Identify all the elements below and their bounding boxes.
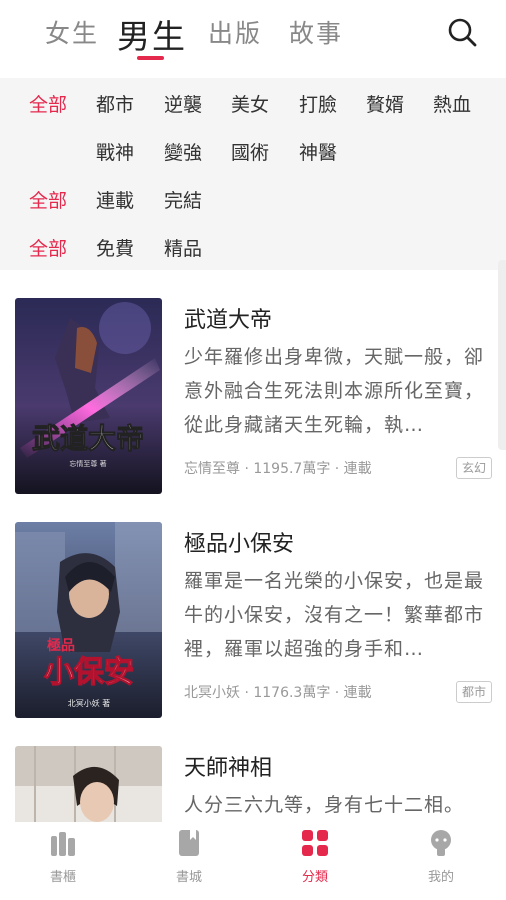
- cover-author-text: 北冥小妖 著: [68, 698, 111, 708]
- nav-bookstore[interactable]: 書城: [126, 822, 252, 900]
- filter-genre-war-god[interactable]: 戰神: [96, 138, 134, 165]
- filter-panel: 全部 都市 逆襲 美女 打臉 贅婿 熱血 戰神 變強 國術 神醫 全部 連載 完…: [0, 78, 506, 270]
- filter-genre-martial[interactable]: 國術: [231, 138, 269, 165]
- book-genre-tag: 玄幻: [456, 457, 492, 479]
- filter-price-all[interactable]: 全部: [29, 234, 67, 261]
- book-description: 人分三六九等，身有七十二相。: [184, 794, 465, 816]
- filter-genre-son-in-law[interactable]: 贅婿: [366, 90, 404, 117]
- book-title[interactable]: 天師神相: [184, 750, 272, 782]
- cover-author-text: 忘情至尊 著: [69, 459, 106, 468]
- filter-genre-stronger[interactable]: 變強: [164, 138, 202, 165]
- nav-profile-label: 我的: [427, 870, 454, 885]
- book-cover-image: [15, 746, 162, 822]
- active-tab-indicator: [137, 56, 164, 60]
- filter-genre-counterattack[interactable]: 逆襲: [164, 90, 202, 117]
- book-cover-image: 武道大帝 忘情至尊 著: [15, 298, 162, 494]
- tab-publish[interactable]: 出版: [208, 14, 262, 50]
- nav-bookstore-label: 書城: [175, 870, 202, 885]
- book-title[interactable]: 武道大帝: [184, 302, 272, 334]
- book-icon: [179, 830, 199, 856]
- book-description: 少年羅修出身卑微，天賦一般，卻意外融合生死法則本源所化至寶，從此身藏諸天生死輪，…: [184, 346, 484, 436]
- book-meta: 忘情至尊 · 1195.7萬字 · 連載: [184, 461, 372, 477]
- tab-female[interactable]: 女生: [45, 14, 99, 50]
- book-list-item[interactable]: 極品 小保安 北冥小妖 著 極品小保安 羅軍是一名光榮的小保安，也是最牛的小保安…: [0, 520, 506, 740]
- tab-male[interactable]: 男生: [117, 10, 187, 58]
- top-tab-bar: 女生 男生 出版 故事: [0, 0, 506, 78]
- filter-genre-all[interactable]: 全部: [29, 90, 67, 117]
- bookshelf-icon: [51, 832, 75, 856]
- search-icon[interactable]: [447, 17, 477, 47]
- book-title[interactable]: 極品小保安: [184, 526, 294, 558]
- nav-bookshelf-label: 書櫃: [49, 870, 76, 885]
- filter-status-all[interactable]: 全部: [29, 186, 67, 213]
- filter-status-completed[interactable]: 完結: [164, 186, 202, 213]
- filter-genre-passion[interactable]: 熱血: [433, 90, 471, 117]
- filter-genre-doctor[interactable]: 神醫: [299, 138, 337, 165]
- book-genre-tag: 都市: [456, 681, 492, 703]
- cover-title-text: 武道大帝: [32, 422, 144, 455]
- nav-bookshelf[interactable]: 書櫃: [0, 822, 126, 900]
- filter-price-free[interactable]: 免費: [96, 234, 134, 261]
- book-list-item[interactable]: 天師神相 人分三六九等，身有七十二相。: [0, 744, 506, 822]
- book-meta: 北冥小妖 · 1176.3萬字 · 連載: [184, 685, 372, 701]
- tab-story[interactable]: 故事: [289, 14, 343, 50]
- filter-genre-face-slap[interactable]: 打臉: [299, 90, 337, 117]
- nav-category-label: 分類: [301, 870, 328, 885]
- cover-title-text: 小保安: [44, 655, 134, 690]
- filter-price-premium[interactable]: 精品: [164, 234, 202, 261]
- book-cover-image: 極品 小保安 北冥小妖 著: [15, 522, 162, 718]
- nav-profile[interactable]: 我的: [378, 822, 504, 900]
- book-description: 羅軍是一名光榮的小保安，也是最牛的小保安，沒有之一！繁華都市裡，羅軍以超強的身手…: [184, 570, 484, 660]
- cover-subtitle-text: 極品: [47, 637, 75, 654]
- filter-genre-urban[interactable]: 都市: [96, 90, 134, 117]
- category-grid-icon: [302, 830, 328, 856]
- book-list-item[interactable]: 武道大帝 忘情至尊 著 武道大帝 少年羅修出身卑微，天賦一般，卻意外融合生死法則…: [0, 296, 506, 516]
- filter-status-ongoing[interactable]: 連載: [96, 186, 134, 213]
- profile-icon: [431, 830, 451, 856]
- nav-category[interactable]: 分類: [252, 822, 378, 900]
- bottom-navigation: 書櫃 書城 分類 我的: [0, 822, 506, 900]
- filter-genre-beauty[interactable]: 美女: [231, 90, 269, 117]
